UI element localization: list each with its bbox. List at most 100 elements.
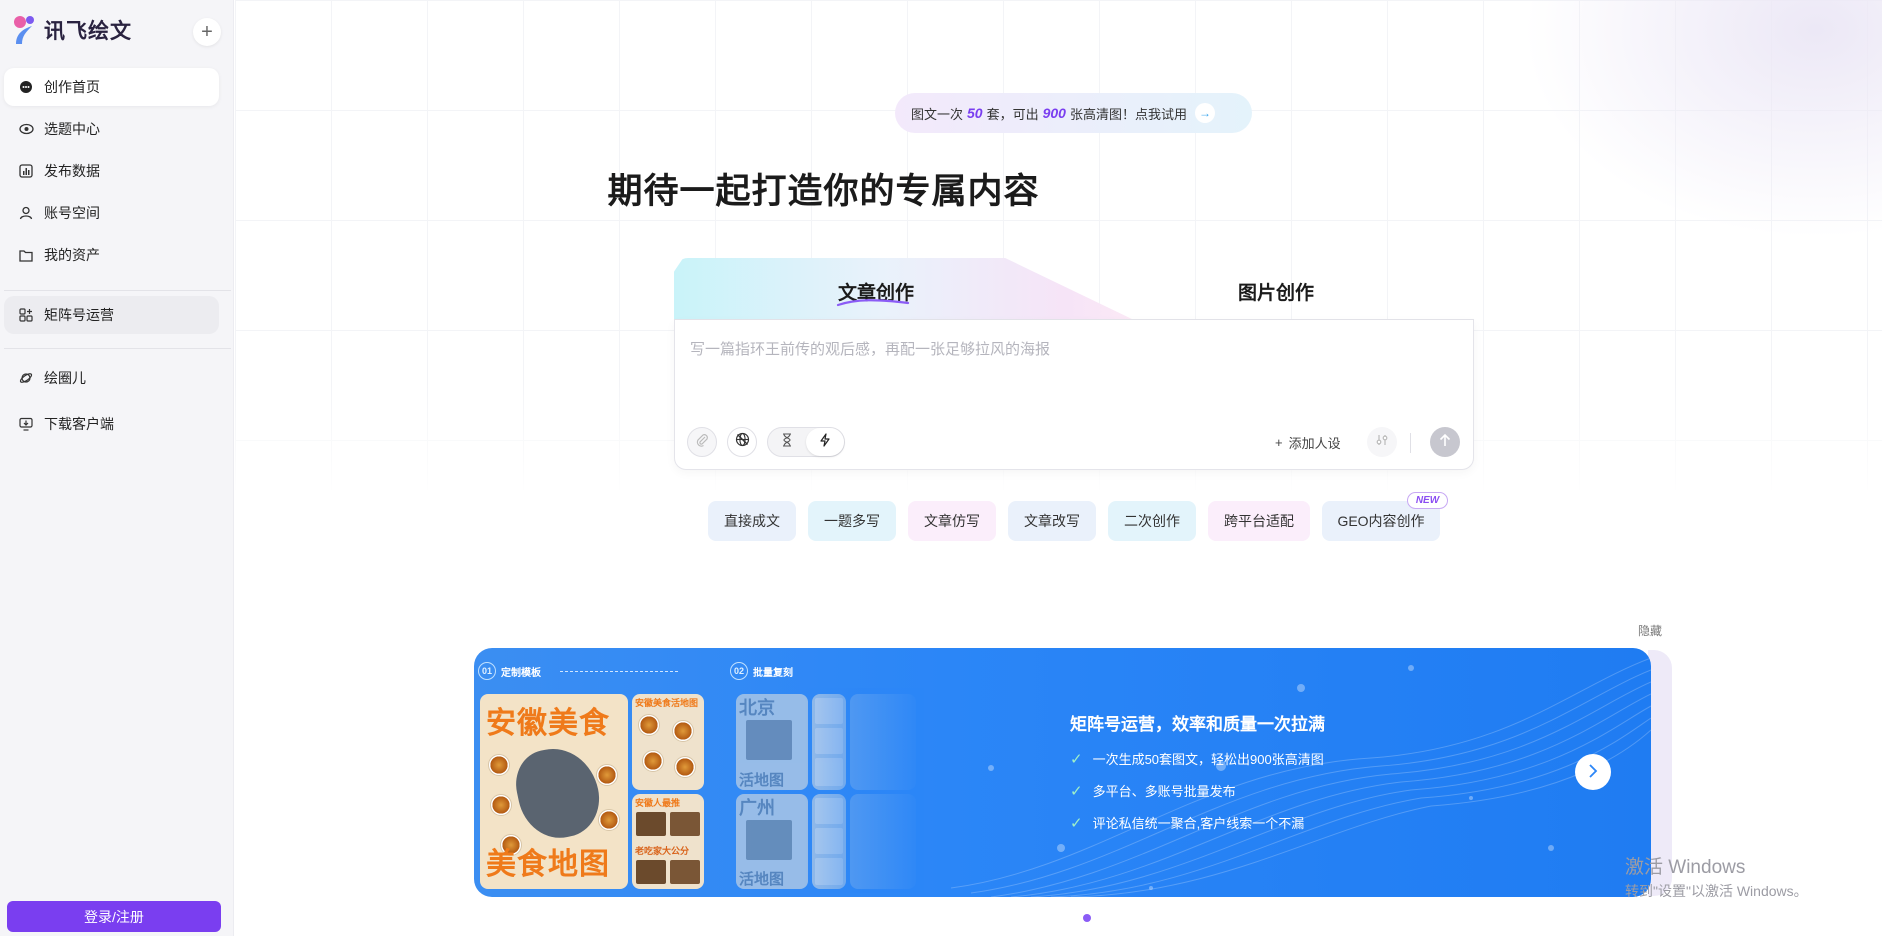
chip-secondary[interactable]: 二次创作 [1108, 501, 1196, 541]
sidebar-item-assets[interactable]: 我的资产 [4, 236, 219, 274]
tab-image[interactable]: 图片创作 [1238, 278, 1314, 305]
check-icon: ✓ [1070, 782, 1083, 800]
chip-imitate[interactable]: 文章仿写 [908, 501, 996, 541]
hourglass-icon [781, 432, 793, 452]
check-icon: ✓ [1070, 750, 1083, 768]
chip-label: 文章仿写 [924, 513, 980, 529]
new-chat-button[interactable]: + [193, 18, 221, 46]
poster-fade-overlay [804, 688, 924, 893]
sidebar-item-label: 绘圈儿 [44, 370, 86, 386]
tab-active-underline [836, 299, 910, 307]
poster-small-title: 安徽美食活地图 [635, 698, 699, 708]
chevron-right-icon [1588, 762, 1598, 783]
map-tile [746, 720, 792, 760]
prompt-input[interactable] [690, 338, 1450, 398]
promo-text: 套，可出 [986, 106, 1039, 122]
chip-direct-article[interactable]: 直接成文 [708, 501, 796, 541]
slow-mode-button[interactable] [768, 428, 806, 456]
logo-icon [12, 14, 38, 46]
chip-cross-platform[interactable]: 跨平台适配 [1208, 501, 1310, 541]
folder-icon [18, 247, 34, 263]
lightning-icon [819, 432, 831, 452]
chip-rewrite[interactable]: 文章改写 [1008, 501, 1096, 541]
dish-image [596, 764, 618, 786]
app-logo[interactable]: 讯飞绘文 [12, 14, 132, 46]
dish-image [642, 750, 664, 772]
add-persona-button[interactable]: + 添加人设 [1275, 433, 1341, 452]
chip-label: 跨平台适配 [1224, 513, 1294, 529]
chip-multi-write[interactable]: 一题多写 [808, 501, 896, 541]
orbit-icon [18, 370, 34, 386]
wave-decoration [951, 657, 1651, 897]
poster-city-sub: 活地图 [739, 772, 785, 789]
step-number: 02 [730, 662, 748, 680]
poster-city-sub: 活地图 [739, 871, 785, 888]
photo-tile [636, 812, 666, 836]
bullet-text: 评论私信统一聚合,客户线索一个不漏 [1092, 816, 1305, 831]
step-connector [560, 671, 678, 672]
globe-off-icon [735, 432, 750, 452]
web-search-button[interactable] [727, 427, 757, 457]
poster-city: 北京 [739, 698, 775, 718]
fast-mode-button[interactable] [806, 428, 844, 456]
map-tile [746, 820, 792, 860]
chip-label: GEO内容创作 [1337, 513, 1425, 529]
download-desktop-icon [18, 416, 34, 432]
arrow-right-icon: → [1194, 103, 1215, 123]
sidebar-item-label: 创作首页 [44, 79, 100, 95]
plus-icon: + [201, 20, 213, 43]
page-title-text: 期待一起打造你的专属内容 [607, 172, 1040, 211]
windows-activation-watermark: 激活 Windows 转到"设置"以激活 Windows。 [1625, 852, 1808, 901]
step-2-label: 02 批量复刻 [730, 662, 793, 680]
banner-bullet: ✓ 多平台、多账号批量发布 [1070, 781, 1236, 800]
send-button[interactable] [1430, 427, 1460, 457]
plus-icon: + [1275, 435, 1283, 450]
check-icon: ✓ [1070, 814, 1083, 832]
dish-image [488, 754, 510, 776]
attach-button[interactable] [687, 427, 717, 457]
settings-button[interactable] [1367, 427, 1397, 457]
toolbar-separator [1410, 433, 1411, 453]
promo-banner[interactable]: 图文一次 50 套，可出 900 张高清图！点我试用 → [895, 93, 1252, 133]
sidebar-item-matrix[interactable]: 矩阵号运营 [4, 296, 219, 334]
sidebar-item-download[interactable]: 下载客户端 [4, 405, 219, 443]
creation-tabs: 文章创作 图片创作 [674, 258, 1474, 320]
map-shape [509, 740, 607, 846]
hide-banner-link[interactable]: 隐藏 [1638, 622, 1662, 639]
step-number: 01 [478, 662, 496, 680]
dish-image [490, 794, 512, 816]
poster-anhui-food-map: 安徽美食 美食地图 [480, 694, 628, 889]
add-persona-label: 添加人设 [1288, 436, 1341, 451]
app-name: 讯飞绘文 [44, 20, 132, 43]
sidebar-item-huiquan[interactable]: 绘圈儿 [4, 359, 219, 397]
photo-tile [636, 860, 666, 884]
sidebar-item-home[interactable]: 创作首页 [4, 68, 219, 106]
step-text: 定制模板 [501, 667, 541, 679]
carousel-dot[interactable] [1083, 914, 1091, 922]
photo-tile [670, 860, 700, 884]
step-1-label: 01 定制模板 [478, 662, 541, 680]
banner-bullet: ✓ 一次生成50套图文，轻松出900张高清图 [1070, 749, 1324, 768]
step-text: 批量复刻 [753, 667, 793, 679]
new-badge: NEW [1407, 492, 1448, 509]
chip-label: 直接成文 [724, 513, 780, 529]
carousel-next-button[interactable] [1575, 754, 1611, 790]
poster-small-title: 安徽人最推 [635, 798, 681, 808]
watermark-line: 激活 Windows [1625, 857, 1746, 878]
promo-count-sets: 50 [967, 105, 983, 121]
sidebar-item-label: 我的资产 [44, 247, 100, 263]
dish-image [638, 714, 660, 736]
login-register-button[interactable]: 登录/注册 [7, 901, 221, 932]
dish-image [598, 809, 620, 831]
poster-guangzhou: 广州 活地图 [736, 794, 808, 889]
banner-title: 矩阵号运营，效率和质量一次拉满 [1070, 715, 1325, 734]
sidebar-item-topics[interactable]: 选题中心 [4, 110, 219, 148]
chat-bubble-icon [18, 79, 34, 95]
poster-small: 安徽美食活地图 [632, 694, 704, 790]
promo-text: 图文一次 [911, 106, 964, 122]
promo-carousel-banner[interactable]: 01 定制模板 02 批量复刻 安徽美食 美食地图 安徽美食活地图 安徽人最推 … [474, 648, 1651, 897]
poster-beijing: 北京 活地图 [736, 694, 808, 790]
sidebar-divider [4, 290, 231, 291]
mode-toggle[interactable] [767, 427, 845, 457]
poster-title: 安徽美食 [486, 707, 610, 740]
